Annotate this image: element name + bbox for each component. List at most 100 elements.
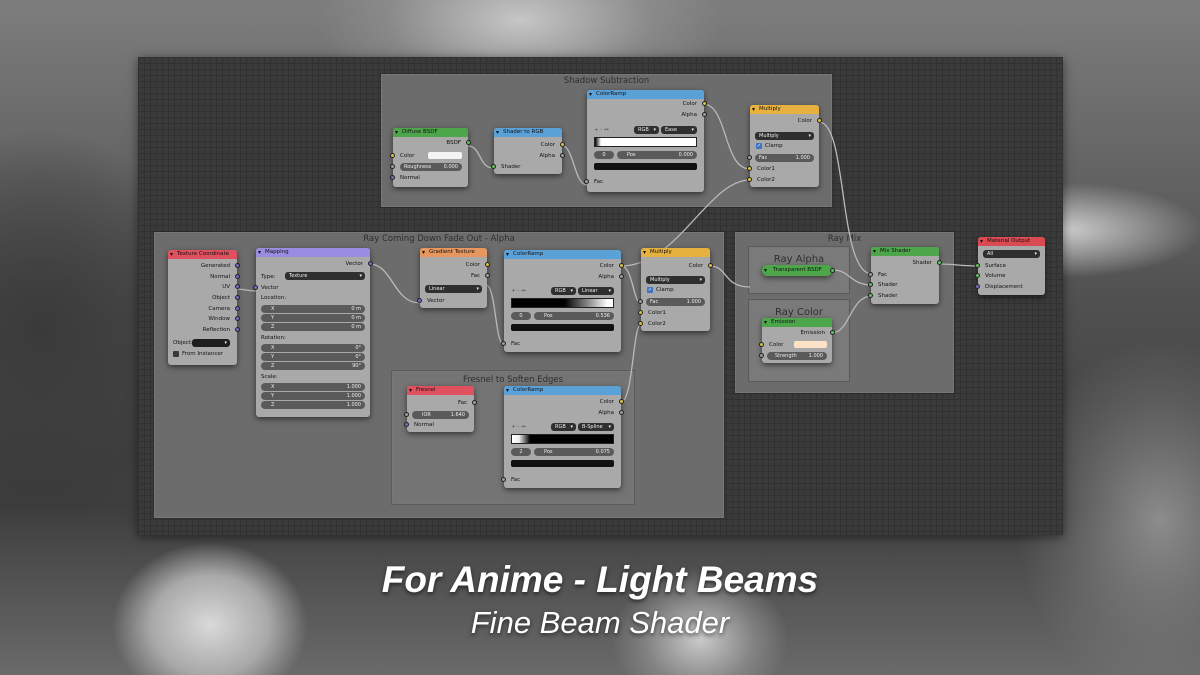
socket-color-out[interactable] xyxy=(817,118,822,123)
node-colorramp-3[interactable]: ColorRamp Color Alpha + - ↔ RGB B-Spline… xyxy=(501,386,624,488)
socket-volume-in[interactable] xyxy=(975,273,980,278)
socket-color-in[interactable] xyxy=(390,153,395,158)
node-header[interactable]: Shader to RGB xyxy=(494,128,562,137)
node-shader-to-rgb[interactable]: Shader to RGB Color Alpha Shader xyxy=(491,128,565,174)
rotation-z-field[interactable]: Z 90° xyxy=(261,362,365,370)
interpolation-dropdown[interactable]: Linear xyxy=(578,287,614,295)
emission-color-swatch[interactable] xyxy=(794,341,827,348)
node-material-output[interactable]: Material Output All Surface Volume Displ… xyxy=(975,237,1045,295)
node-multiply-1[interactable]: Multiply Color Multiply ✓ Clamp Fac 1.00… xyxy=(747,105,822,187)
ramp-controls[interactable]: + - ↔ xyxy=(511,423,526,431)
socket-normal-in[interactable] xyxy=(404,422,409,427)
node-header[interactable]: ColorRamp xyxy=(504,250,621,259)
color-mode-dropdown[interactable]: RGB xyxy=(551,287,576,295)
socket-camera-out[interactable] xyxy=(235,306,240,311)
color-mode-dropdown[interactable]: RGB xyxy=(634,126,659,134)
socket-fac-out[interactable] xyxy=(472,400,477,405)
color-ramp-bar[interactable] xyxy=(511,298,614,308)
socket-fac-in[interactable] xyxy=(638,299,643,304)
color-ramp-bar[interactable] xyxy=(594,137,697,147)
ramp-controls[interactable]: + - ↔ xyxy=(511,287,526,295)
socket-uv-out[interactable] xyxy=(235,284,240,289)
socket-strength-in[interactable] xyxy=(759,353,764,358)
stop-index-field[interactable]: 0 xyxy=(594,151,614,159)
node-mix-shader[interactable]: Mix Shader Shader Fac Shader Shader xyxy=(868,247,942,304)
node-colorramp-1[interactable]: ColorRamp Color Alpha + - ↔ RGB Ease 0 P… xyxy=(584,90,707,192)
socket-color-out[interactable] xyxy=(702,101,707,106)
clamp-checkbox[interactable]: ✓ xyxy=(756,143,762,149)
location-y-field[interactable]: Y 0 m xyxy=(261,314,365,322)
socket-roughness-in[interactable] xyxy=(390,164,395,169)
node-emission[interactable]: Emission Emission Color Strength 1.000 xyxy=(759,318,835,363)
socket-color1-in[interactable] xyxy=(638,310,643,315)
blend-mode-dropdown[interactable]: Multiply xyxy=(646,276,705,284)
color-ramp-bar[interactable] xyxy=(511,434,614,444)
location-x-field[interactable]: X 0 m xyxy=(261,305,365,313)
socket-shader-in[interactable] xyxy=(491,164,496,169)
rotation-x-field[interactable]: X 0° xyxy=(261,344,365,352)
socket-color-out[interactable] xyxy=(619,263,624,268)
stop-color-field[interactable] xyxy=(594,163,697,170)
stop-pos-field[interactable]: Pos 0.075 xyxy=(534,448,614,456)
node-header[interactable]: ColorRamp xyxy=(587,90,704,99)
scale-z-field[interactable]: Z 1.000 xyxy=(261,401,365,409)
object-picker[interactable] xyxy=(192,339,230,347)
socket-bsdf-out[interactable] xyxy=(466,140,471,145)
socket-color-out[interactable] xyxy=(560,142,565,147)
scale-y-field[interactable]: Y 1.000 xyxy=(261,392,365,400)
node-header[interactable]: Multiply xyxy=(641,248,710,257)
socket-normal-in[interactable] xyxy=(390,175,395,180)
stop-color-field[interactable] xyxy=(511,460,614,467)
color-swatch[interactable] xyxy=(428,152,462,159)
socket-fac-in[interactable] xyxy=(584,179,589,184)
roughness-field[interactable]: Roughness 0.000 xyxy=(400,163,462,171)
socket-color-out[interactable] xyxy=(708,263,713,268)
from-instancer-checkbox[interactable] xyxy=(173,351,179,357)
node-header[interactable]: ColorRamp xyxy=(504,386,621,395)
socket-alpha-out[interactable] xyxy=(619,274,624,279)
stop-pos-field[interactable]: Pos 0.000 xyxy=(617,151,697,159)
node-header[interactable]: Diffuse BSDF xyxy=(393,128,468,137)
socket-color-out[interactable] xyxy=(485,262,490,267)
node-diffuse-bsdf[interactable]: Diffuse BSDF BSDF Color Roughness 0.000 … xyxy=(390,128,471,187)
socket-alpha-out[interactable] xyxy=(619,410,624,415)
socket-normal-out[interactable] xyxy=(235,274,240,279)
output-target-dropdown[interactable]: All xyxy=(983,250,1040,258)
socket-emission-out[interactable] xyxy=(830,330,835,335)
clamp-checkbox[interactable]: ✓ xyxy=(647,287,653,293)
socket-alpha-out[interactable] xyxy=(560,153,565,158)
node-header[interactable]: Emission xyxy=(762,318,832,327)
fac-field[interactable]: Fac 1.000 xyxy=(755,154,814,162)
socket-fac-in[interactable] xyxy=(747,155,752,160)
node-colorramp-2[interactable]: ColorRamp Color Alpha + - ↔ RGB Linear 0… xyxy=(501,250,624,352)
socket-reflection-out[interactable] xyxy=(235,327,240,332)
node-mapping[interactable]: Mapping Vector Type: Texture Vector Loca… xyxy=(253,248,373,417)
node-texture-coordinate[interactable]: Texture Coordinate Generated Normal UV O… xyxy=(168,250,240,365)
scale-x-field[interactable]: X 1.000 xyxy=(261,383,365,391)
node-editor[interactable]: Shadow Subtraction Ray Coming Down Fade … xyxy=(138,57,1063,535)
node-header[interactable]: Material Output xyxy=(978,237,1045,246)
node-header[interactable]: Mix Shader xyxy=(871,247,939,256)
socket-color2-in[interactable] xyxy=(638,321,643,326)
socket-shader2-in[interactable] xyxy=(868,293,873,298)
socket-window-out[interactable] xyxy=(235,316,240,321)
socket-color1-in[interactable] xyxy=(747,166,752,171)
socket-alpha-out[interactable] xyxy=(702,112,707,117)
location-z-field[interactable]: Z 0 m xyxy=(261,323,365,331)
gradient-type-dropdown[interactable]: Linear xyxy=(425,285,482,293)
socket-vector-out[interactable] xyxy=(368,261,373,266)
interpolation-dropdown[interactable]: Ease xyxy=(661,126,697,134)
node-header[interactable]: Mapping xyxy=(256,248,370,257)
stop-pos-field[interactable]: Pos 0.536 xyxy=(534,312,614,320)
blend-mode-dropdown[interactable]: Multiply xyxy=(755,132,814,140)
stop-index-field[interactable]: 0 xyxy=(511,312,531,320)
node-header[interactable]: Multiply xyxy=(750,105,819,114)
node-header[interactable]: Transparent BSDF xyxy=(762,265,832,276)
ior-field[interactable]: IOR 1.640 xyxy=(412,411,469,419)
socket-fac-in[interactable] xyxy=(868,272,873,277)
interpolation-dropdown[interactable]: B-Spline xyxy=(578,423,614,431)
mapping-type-dropdown[interactable]: Texture xyxy=(285,272,365,280)
node-fresnel[interactable]: Fresnel Fac IOR 1.640 Normal xyxy=(404,386,477,432)
node-transparent-bsdf[interactable]: Transparent BSDF xyxy=(762,265,835,276)
socket-color2-in[interactable] xyxy=(747,177,752,182)
